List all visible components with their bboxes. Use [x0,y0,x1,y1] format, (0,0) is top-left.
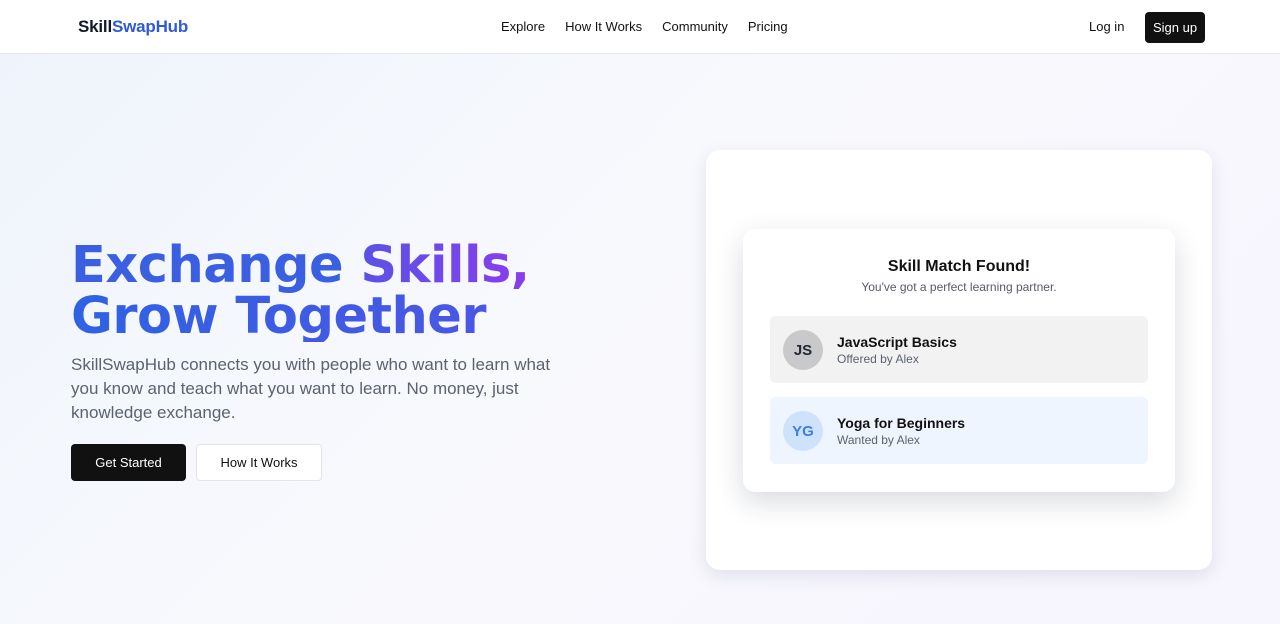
hero-description: SkillSwapHub connects you with people wh… [71,355,551,422]
hero-title: Exchange Skills, Grow Together [71,240,530,342]
signup-button[interactable]: Sign up [1145,12,1205,43]
main-nav: Explore How It Works Community Pricing [501,19,788,34]
top-nav-bar: SkillSwapHub Explore How It Works Commun… [0,0,1280,54]
skill-meta: Offered by Alex [837,352,919,366]
login-link[interactable]: Log in [1089,19,1124,34]
avatar: JS [783,330,823,370]
match-card-title: Skill Match Found! [887,258,1031,275]
how-it-works-button[interactable]: How It Works [196,444,322,481]
logo-text-part2: SwapHub [111,17,189,36]
nav-link-explore[interactable]: Explore [501,19,545,34]
logo-text-part1: Skill [78,17,112,36]
skill-name: Yoga for Beginners [837,415,966,431]
nav-link-community[interactable]: Community [662,19,728,34]
skill-row-wanted[interactable]: YG Yoga for Beginners Wanted by Alex [770,397,1148,464]
hero-title-line2: Grow Together [71,291,530,342]
nav-link-pricing[interactable]: Pricing [748,19,788,34]
skill-name: JavaScript Basics [837,334,957,350]
skill-match-card: Skill Match Found! You've got a perfect … [743,229,1175,492]
avatar: YG [783,411,823,451]
skill-row-offered[interactable]: JS JavaScript Basics Offered by Alex [770,316,1148,383]
hero-title-line1: Exchange Skills, [71,240,530,291]
get-started-button[interactable]: Get Started [71,444,186,481]
logo[interactable]: SkillSwapHub [78,17,188,37]
match-card-subtitle: You've got a perfect learning partner. [861,280,1057,294]
skill-meta: Wanted by Alex [837,433,920,447]
nav-link-how-it-works[interactable]: How It Works [565,19,642,34]
